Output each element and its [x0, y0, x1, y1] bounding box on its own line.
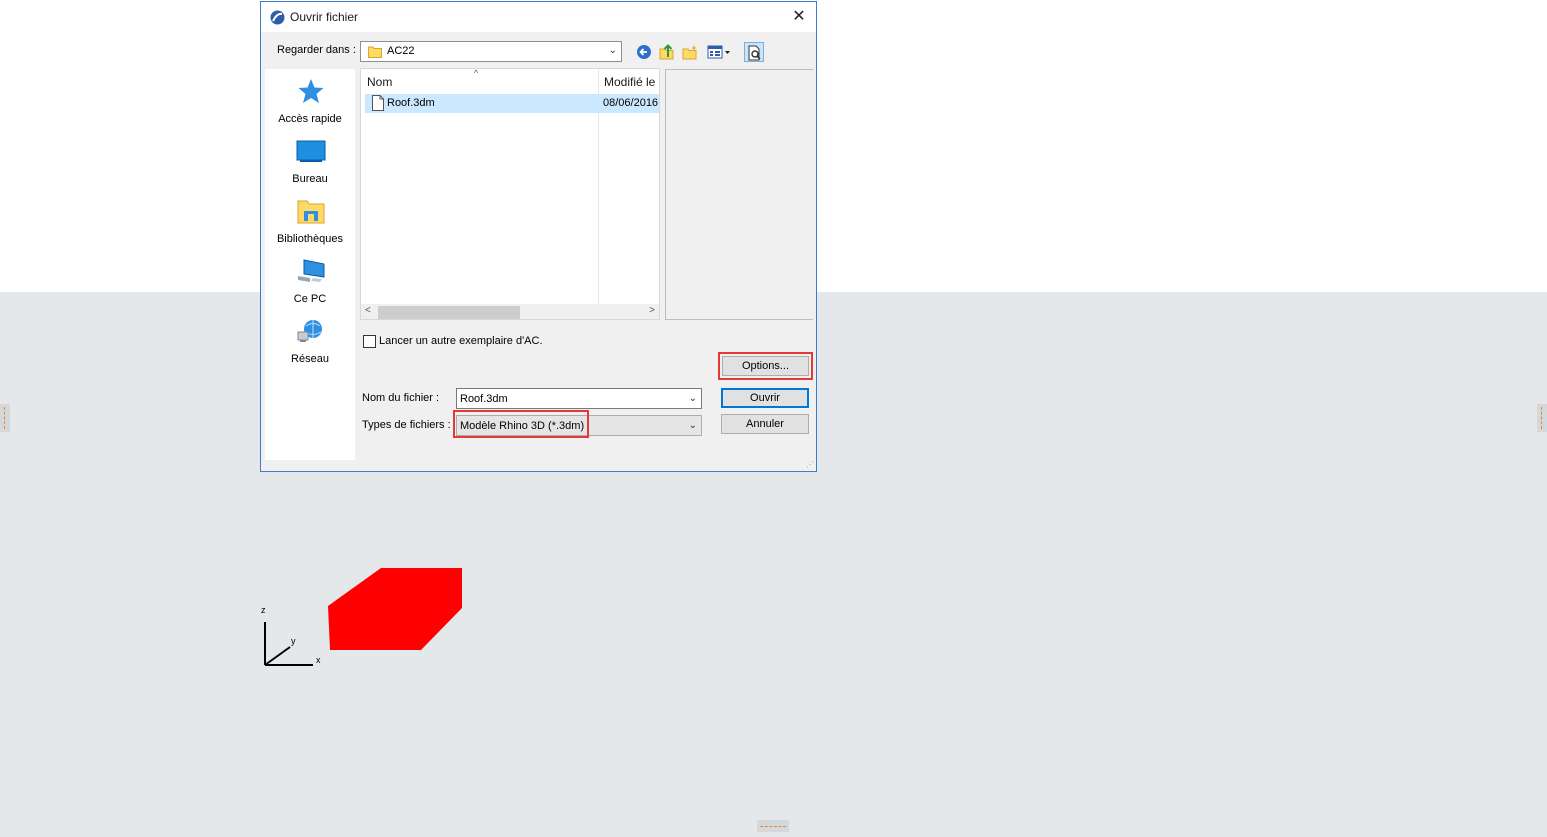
new-folder-button[interactable]	[680, 42, 700, 62]
place-label: Ce PC	[293, 293, 327, 305]
up-folder-icon	[659, 44, 674, 60]
place-label: Réseau	[291, 353, 329, 365]
star-icon	[298, 79, 324, 103]
chevron-down-icon[interactable]: ⌄	[689, 393, 697, 404]
place-this-pc[interactable]: Ce PC	[265, 252, 355, 310]
axis-x-label: x	[316, 655, 321, 665]
look-in-value: AC22	[387, 45, 415, 57]
horizontal-scrollbar[interactable]: < >	[361, 304, 659, 319]
file-name-combobox[interactable]: Roof.3dm ⌄	[456, 388, 702, 409]
libraries-icon	[297, 200, 325, 224]
place-label: Bibliothèques	[276, 233, 344, 245]
file-row[interactable]: Roof.3dm 08/06/2016	[365, 94, 659, 113]
view-menu-icon	[707, 45, 730, 59]
left-panel-handle[interactable]	[0, 404, 10, 432]
scroll-right-icon[interactable]: >	[649, 305, 655, 316]
right-panel-handle[interactable]	[1537, 404, 1547, 432]
open-file-dialog: Ouvrir fichier ✕ Regarder dans : AC22 ⌄	[260, 1, 817, 472]
file-modified: 08/06/2016	[603, 97, 659, 109]
back-button[interactable]	[634, 42, 654, 62]
close-icon: ✕	[792, 8, 806, 25]
dialog-titlebar[interactable]: Ouvrir fichier ✕	[261, 2, 816, 32]
preview-icon	[748, 45, 761, 61]
new-folder-icon	[682, 45, 697, 60]
chevron-down-icon: ⌄	[608, 45, 617, 56]
up-folder-button[interactable]	[657, 42, 677, 62]
network-icon	[297, 320, 322, 342]
place-desktop[interactable]: Bureau	[265, 132, 355, 190]
roof-object[interactable]	[326, 566, 466, 659]
preview-pane	[665, 69, 813, 320]
preview-toggle-button[interactable]	[744, 42, 764, 62]
look-in-label: Regarder dans :	[277, 44, 356, 56]
chevron-down-icon[interactable]: ⌄	[689, 420, 697, 431]
folder-icon	[368, 46, 382, 58]
cancel-button[interactable]: Annuler	[721, 414, 809, 434]
file-name: Roof.3dm	[387, 97, 435, 109]
desktop-icon	[296, 140, 326, 162]
bottom-panel-handle[interactable]	[757, 820, 789, 832]
view-menu-button[interactable]	[705, 42, 733, 62]
back-icon	[637, 45, 651, 59]
scroll-left-icon[interactable]: <	[365, 305, 371, 316]
computer-icon	[298, 259, 325, 282]
app-logo-icon	[270, 10, 285, 25]
sort-ascending-icon: ^	[474, 68, 479, 78]
file-icon	[372, 95, 384, 111]
axis-z-label: z	[261, 605, 266, 615]
options-button[interactable]: Options...	[722, 356, 809, 376]
place-quick-access[interactable]: Accès rapide	[265, 72, 355, 130]
place-label: Accès rapide	[278, 113, 342, 125]
dialog-title: Ouvrir fichier	[290, 10, 359, 24]
axis-gizmo: z y x	[256, 600, 336, 675]
look-in-combobox[interactable]: AC22 ⌄	[360, 41, 622, 62]
axis-y-label: y	[291, 636, 296, 646]
file-name-label: Nom du fichier :	[362, 392, 440, 404]
scrollbar-thumb[interactable]	[378, 306, 520, 319]
open-button[interactable]: Ouvrir	[721, 388, 809, 408]
launch-instance-checkbox[interactable]	[363, 335, 376, 348]
places-bar: Accès rapide Bureau Bibliothèques Ce PC …	[265, 69, 355, 460]
file-type-highlight	[453, 410, 589, 438]
file-list[interactable]: Nom ^ Modifié le Roof.3dm 08/06/2016 < >	[360, 68, 660, 320]
launch-instance-label[interactable]: Lancer un autre exemplaire d'AC.	[379, 335, 543, 347]
place-label: Bureau	[292, 173, 328, 185]
resize-grip-icon[interactable]: ⋰	[806, 460, 814, 469]
file-type-label: Types de fichiers :	[362, 419, 451, 431]
close-button[interactable]: ✕	[782, 2, 816, 32]
place-libraries[interactable]: Bibliothèques	[265, 192, 355, 250]
place-network[interactable]: Réseau	[265, 312, 355, 370]
file-name-value[interactable]: Roof.3dm	[460, 393, 508, 405]
